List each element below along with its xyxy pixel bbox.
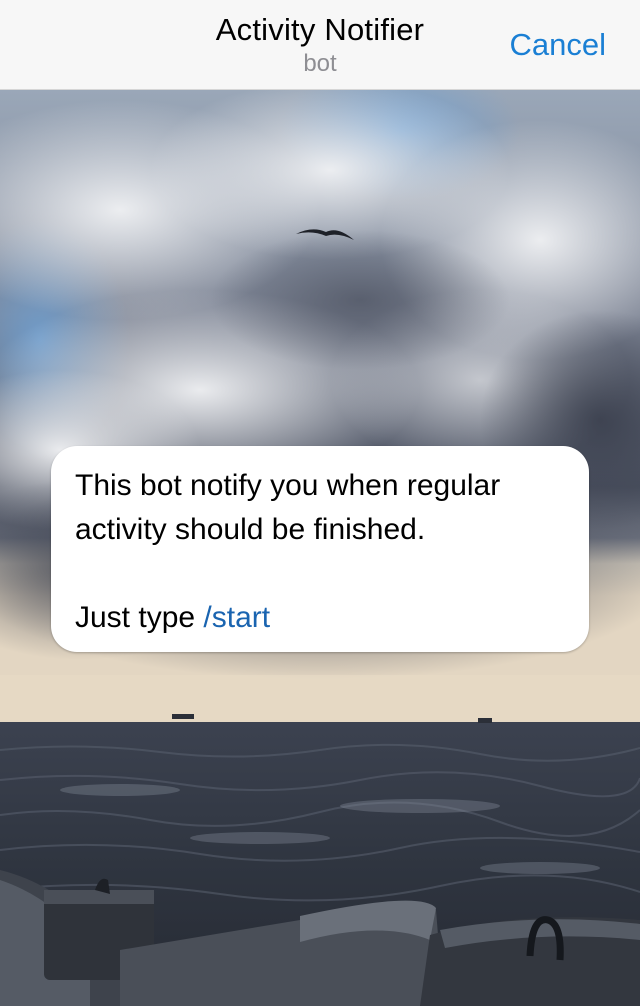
description-line-2: activity should be finished. [75, 513, 426, 546]
description-line-3: Just type /start [75, 596, 569, 640]
description-line-1: This bot notify you when regular [75, 469, 501, 502]
start-command-link[interactable]: /start [203, 601, 270, 634]
instruction-text: Just type [75, 601, 204, 634]
navigation-bar: Activity Notifier bot Cancel [0, 0, 640, 90]
bot-description-bubble: This bot notify you when regular activit… [51, 446, 589, 652]
cancel-button[interactable]: Cancel [510, 27, 607, 63]
